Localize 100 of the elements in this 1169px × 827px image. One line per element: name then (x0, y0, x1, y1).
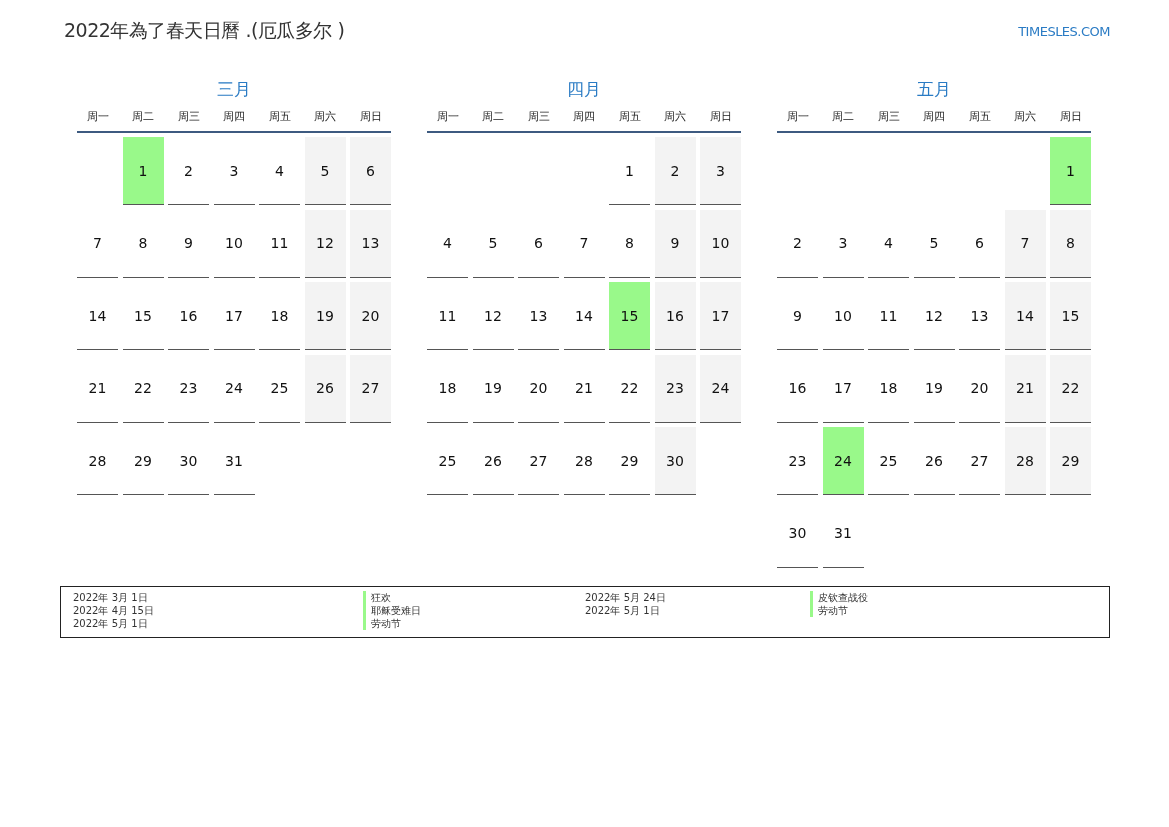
weekday-label: 周一 (435, 109, 460, 124)
holiday-date: 2022年 5月 1日 (73, 617, 149, 630)
day-cell: 19 (304, 282, 346, 350)
day-cell: 31 (213, 427, 255, 495)
day-cell: 15 (1050, 282, 1091, 350)
day-cell: 25 (868, 427, 909, 495)
day-cell: 29 (122, 427, 164, 495)
holiday-date: 2022年 3月 1日 (73, 591, 149, 604)
month-title: 三月 (216, 78, 252, 101)
weekday-label: 周五 (967, 109, 992, 124)
weekday-label: 周三 (876, 109, 901, 124)
day-cell: 26 (472, 427, 514, 495)
day-cell: 12 (472, 282, 514, 350)
day-cell: 10 (700, 209, 741, 278)
day-cell: 2 (777, 209, 818, 278)
weekday-label: 周四 (922, 109, 946, 124)
holiday-name: 皮钦查战役 (810, 591, 1097, 604)
day-cell: 3 (213, 137, 255, 205)
day-cell: 9 (654, 209, 696, 278)
day-cell: 29 (1050, 427, 1091, 495)
day-cell: 18 (868, 354, 909, 423)
day-cell: 23 (777, 427, 818, 495)
day-cell: 18 (259, 282, 300, 350)
month-title: 五月 (916, 78, 952, 101)
day-cell: 14 (77, 282, 118, 350)
day-cell: 26 (913, 427, 955, 495)
day-cell: 21 (77, 354, 118, 423)
day-cell: 27 (518, 427, 559, 495)
day-cell: 24 (700, 354, 741, 423)
day-cell: 5 (472, 209, 514, 278)
day-cell: 28 (77, 427, 118, 495)
day-cell: 8 (1050, 209, 1091, 278)
day-cell: 20 (959, 354, 1000, 423)
day-cell: 7 (563, 209, 605, 278)
weekday-label: 周四 (222, 109, 246, 124)
day-cell: 16 (777, 354, 818, 423)
day-cell: 28 (1004, 427, 1046, 495)
day-cell: 22 (122, 354, 164, 423)
day-cell: 8 (122, 209, 164, 278)
day-cell: 11 (868, 282, 909, 350)
holiday-date: 2022年 5月 24日 (585, 591, 667, 604)
weekday-label: 周二 (831, 109, 855, 124)
day-cell: 6 (350, 137, 391, 205)
weekday-label: 周六 (663, 109, 687, 124)
weekday-label: 周五 (617, 109, 642, 124)
day-cell: 16 (168, 282, 209, 350)
day-cell: 27 (350, 354, 391, 423)
day-cell: 9 (168, 209, 209, 278)
day-cell: 3 (822, 209, 864, 278)
day-cell: 22 (1050, 354, 1091, 423)
day-cell: 10 (822, 282, 864, 350)
day-cell: 4 (868, 209, 909, 278)
day-cell: 20 (350, 282, 391, 350)
day-cell: 19 (913, 354, 955, 423)
day-cell: 10 (213, 209, 255, 278)
holiday-date: 2022年 5月 1日 (585, 604, 661, 617)
day-cell: 2 (654, 137, 696, 205)
day-cell: 27 (959, 427, 1000, 495)
day-cell: 23 (654, 354, 696, 423)
day-cell: 31 (822, 499, 864, 568)
day-cell: 20 (518, 354, 559, 423)
day-cell: 21 (1004, 354, 1046, 423)
weekday-label: 周二 (131, 109, 155, 124)
day-cell: 24 (213, 354, 255, 423)
day-cell: 17 (213, 282, 255, 350)
day-cell: 13 (959, 282, 1000, 350)
weekday-label: 周二 (481, 109, 505, 124)
day-cell: 6 (959, 209, 1000, 278)
day-cell: 9 (777, 282, 818, 350)
weekday-label: 周六 (1013, 109, 1037, 124)
weekday-label: 周日 (358, 109, 383, 124)
day-cell: 17 (700, 282, 741, 350)
day-cell: 29 (609, 427, 650, 495)
holiday-name: 劳动节 (363, 617, 585, 630)
day-cell: 17 (822, 354, 864, 423)
day-cell: 1 (1050, 137, 1091, 205)
day-cell: 13 (518, 282, 559, 350)
day-cell: 15 (122, 282, 164, 350)
site-logo[interactable]: TIMESLES.COM (1018, 23, 1110, 39)
day-cell: 25 (259, 354, 300, 423)
day-cell: 22 (609, 354, 650, 423)
day-cell: 28 (563, 427, 605, 495)
day-cell: 3 (700, 137, 741, 205)
day-cell: 1 (609, 137, 650, 205)
day-cell: 7 (77, 209, 118, 278)
weekday-label: 周日 (1058, 109, 1083, 124)
day-cell: 5 (304, 137, 346, 205)
calendar-title: 2022年為了春天日曆 .(厄瓜多尔 ) (64, 18, 345, 43)
day-cell: 21 (563, 354, 605, 423)
day-cell: 4 (427, 209, 468, 278)
weekday-label: 周三 (176, 109, 201, 124)
day-cell: 30 (654, 427, 696, 495)
day-cell: 30 (168, 427, 209, 495)
holiday-date: 2022年 4月 15日 (73, 604, 155, 617)
day-cell: 15 (609, 282, 650, 350)
day-cell: 14 (563, 282, 605, 350)
day-cell: 11 (427, 282, 468, 350)
day-cell: 25 (427, 427, 468, 495)
day-cell: 26 (304, 354, 346, 423)
month-title: 四月 (566, 78, 602, 101)
